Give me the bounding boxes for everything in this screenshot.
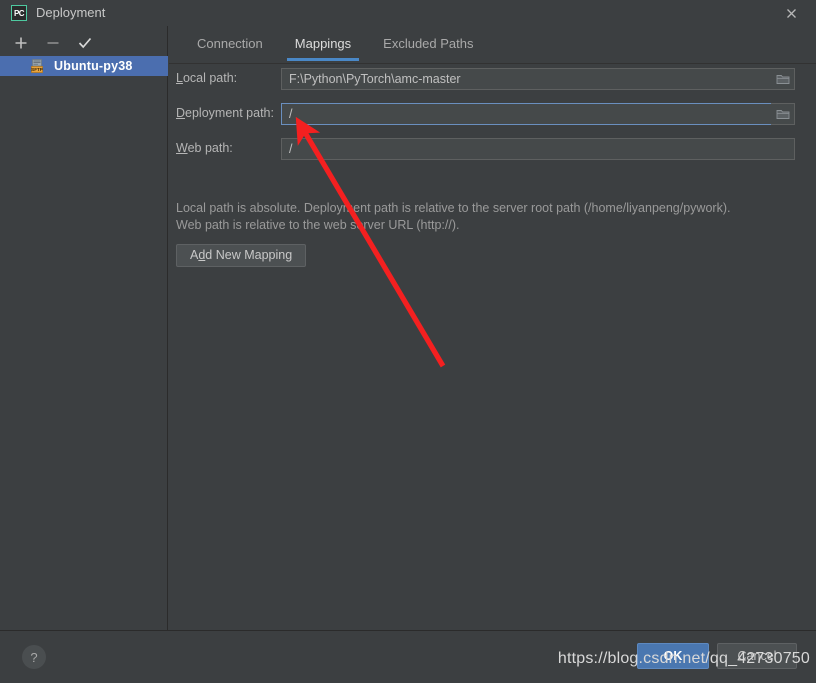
sidebar-item-label: Ubuntu-py38 xyxy=(54,59,133,73)
minus-icon[interactable] xyxy=(44,34,62,52)
deployment-path-label-mnemonic: D xyxy=(176,106,186,120)
add-new-mapping-button[interactable]: Add New Mapping xyxy=(176,244,307,267)
tab-mappings[interactable]: Mappings xyxy=(279,31,367,61)
mappings-form: Local path: Deployment path: xyxy=(169,68,816,267)
local-path-browse-folder-icon[interactable] xyxy=(771,68,795,90)
tab-excluded-paths[interactable]: Excluded Paths xyxy=(367,31,489,61)
web-path-label-text: eb path: xyxy=(187,141,233,155)
help-line-2: Web path is relative to the web server U… xyxy=(176,218,460,232)
add-mapping-label-tail: d New Mapping xyxy=(205,248,293,262)
plus-icon[interactable] xyxy=(12,34,30,52)
local-path-row: Local path: xyxy=(169,68,816,90)
server-list: SFTP Ubuntu-py38 xyxy=(0,56,168,76)
svg-text:SFTP: SFTP xyxy=(31,67,43,72)
deployment-path-label: Deployment path: xyxy=(176,106,274,120)
help-icon[interactable]: ? xyxy=(22,645,46,669)
window-title: Deployment xyxy=(36,5,106,20)
web-path-row: Web path: xyxy=(169,138,816,160)
deployment-path-row: Deployment path: xyxy=(169,103,816,125)
web-path-label-mnemonic: W xyxy=(176,141,188,155)
help-line-1: Local path is absolute. Deployment path … xyxy=(176,201,731,215)
deployment-path-input[interactable] xyxy=(281,103,795,125)
sidebar-toolbar xyxy=(0,30,168,56)
pycharm-logo-icon: PC xyxy=(11,5,27,21)
help-icon-label: ? xyxy=(30,649,38,665)
tab-connection[interactable]: Connection xyxy=(181,31,279,61)
mappings-panel: Connection Mappings Excluded Paths Local… xyxy=(169,26,816,630)
web-path-input[interactable] xyxy=(281,138,795,160)
watermark-url: https://blog.csdn.net/qq_42730750 xyxy=(557,650,810,667)
server-list-sidebar: SFTP Ubuntu-py38 xyxy=(0,26,168,630)
title-bar: PC Deployment xyxy=(0,0,816,26)
close-icon[interactable] xyxy=(783,5,800,22)
deployment-path-label-text: eployment path: xyxy=(185,106,274,120)
tab-bar: Connection Mappings Excluded Paths xyxy=(169,31,816,64)
local-path-input[interactable] xyxy=(281,68,795,90)
sftp-server-icon: SFTP xyxy=(30,58,46,74)
deployment-dialog: PC Deployment SFTP Ubuntu-py38 Connectio… xyxy=(0,0,816,683)
local-path-label-mnemonic: L xyxy=(176,71,183,85)
pycharm-logo-text: PC xyxy=(13,8,25,18)
check-icon[interactable] xyxy=(76,34,94,52)
deployment-path-browse-folder-icon[interactable] xyxy=(771,103,795,125)
local-path-label-text: ocal path: xyxy=(182,71,238,85)
sidebar-item-ubuntu-py38[interactable]: SFTP Ubuntu-py38 xyxy=(0,56,168,76)
local-path-label: Local path: xyxy=(176,71,237,85)
web-path-label: Web path: xyxy=(176,141,233,155)
mappings-help-text: Local path is absolute. Deployment path … xyxy=(176,200,796,234)
